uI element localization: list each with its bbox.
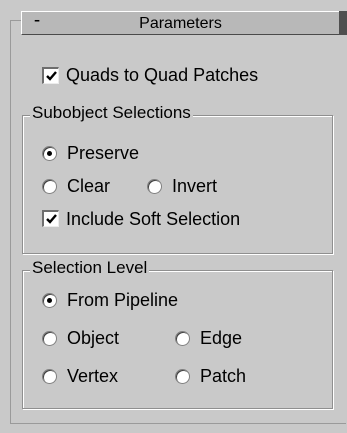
edge-radio[interactable] <box>175 331 190 346</box>
vertex-radio[interactable] <box>42 369 57 384</box>
patch-label: Patch <box>200 366 247 386</box>
selection-level-title: Selection Level <box>30 258 150 277</box>
parameters-rollout-header[interactable]: - Parameters <box>21 10 340 35</box>
invert-radio[interactable] <box>147 179 162 194</box>
subobject-selections-title: Subobject Selections <box>30 103 193 122</box>
edge-label: Edge <box>200 328 243 348</box>
invert-label: Invert <box>172 176 218 196</box>
rollout-header-edge <box>339 11 347 35</box>
object-label: Object <box>67 328 120 348</box>
preserve-radio[interactable] <box>42 146 57 161</box>
include-soft-selection-label: Include Soft Selection <box>66 209 241 229</box>
quads-to-quad-patches-checkbox[interactable] <box>42 67 59 84</box>
preserve-label: Preserve <box>67 143 140 163</box>
patch-radio[interactable] <box>175 369 190 384</box>
clear-radio[interactable] <box>42 179 57 194</box>
include-soft-selection-checkbox[interactable] <box>42 210 59 227</box>
object-radio[interactable] <box>42 331 57 346</box>
from-pipeline-radio[interactable] <box>42 293 57 308</box>
checkmark-icon <box>46 71 57 81</box>
vertex-label: Vertex <box>67 366 119 386</box>
quads-to-quad-patches-label: Quads to Quad Patches <box>66 65 259 85</box>
from-pipeline-label: From Pipeline <box>67 290 179 310</box>
clear-label: Clear <box>67 176 111 196</box>
checkmark-icon <box>46 214 57 224</box>
rollout-title: Parameters <box>139 15 222 32</box>
